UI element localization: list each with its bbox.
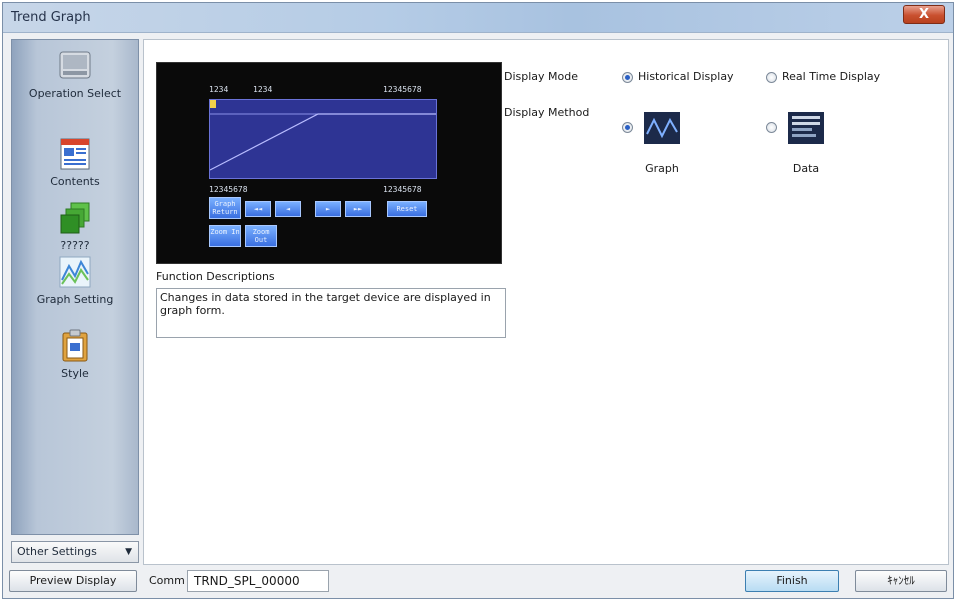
data-method-icon[interactable]	[788, 112, 824, 144]
graph-method-caption: Graph	[645, 162, 679, 175]
historical-display-radio[interactable]	[622, 72, 633, 83]
sidebar-item-label: Graph Setting	[36, 293, 114, 306]
preview-fast-back-button: ◄◄	[245, 201, 271, 217]
sidebar-item-graph-setting[interactable]: Graph Setting	[12, 254, 138, 306]
sidebar-item-label: Contents	[50, 175, 100, 188]
graph-method-radio[interactable]	[622, 122, 633, 133]
sidebar-item-operation-select[interactable]: Operation Select	[12, 48, 138, 100]
close-icon: X	[918, 7, 930, 22]
data-method-caption: Data	[792, 162, 820, 175]
sidebar: Operation Select Contents ????? Graph Se…	[11, 39, 139, 535]
preview-fast-forward-button: ►►	[345, 201, 371, 217]
sidebar-item-label: Operation Select	[28, 87, 122, 100]
preview-plot	[209, 99, 437, 179]
function-descriptions-box: Changes in data stored in the target dev…	[156, 288, 506, 338]
preview-label: 12345678	[383, 85, 422, 94]
display-mode-label: Display Mode	[504, 70, 579, 83]
preview-zoom-out-button: Zoom Out	[245, 225, 277, 247]
other-settings-dropdown[interactable]: Other Settings ▼	[11, 541, 139, 563]
display-method-label: Display Method	[504, 106, 590, 119]
preview-graph-return-button: Graph Return	[209, 197, 241, 219]
preview-zoom-in-button: Zoom In	[209, 225, 241, 247]
graph-setting-icon	[59, 256, 91, 288]
finish-button[interactable]: Finish	[745, 570, 839, 592]
sidebar-item-style[interactable]: Style	[12, 328, 138, 380]
cancel-button[interactable]: ｷｬﾝｾﾙ	[855, 570, 947, 592]
preview-trend-line	[209, 100, 436, 171]
preview-label: 12345678	[383, 185, 422, 194]
layers-icon	[60, 202, 90, 234]
preview-label: 12345678	[209, 185, 248, 194]
sidebar-item-layers[interactable]: ?????	[12, 200, 138, 252]
preview-label: 1234	[253, 85, 273, 94]
comm-label: Comm	[149, 574, 185, 587]
real-time-display-radio[interactable]	[766, 72, 777, 83]
preview-reset-button: Reset	[387, 201, 427, 217]
real-time-display-label[interactable]: Real Time Display	[782, 70, 880, 83]
function-descriptions-text: Changes in data stored in the target dev…	[160, 291, 491, 317]
preview-screen: 1234 1234 12345678 12345678 12345678 Gra…	[203, 63, 439, 263]
function-descriptions-label: Function Descriptions	[156, 270, 275, 283]
style-icon	[62, 329, 88, 362]
main-content: 1234 1234 12345678 12345678 12345678 Gra…	[143, 39, 949, 565]
preview-panel: 1234 1234 12345678 12345678 12345678 Gra…	[156, 62, 502, 264]
operation-icon	[59, 51, 91, 79]
sidebar-item-label: Style	[61, 367, 89, 380]
historical-display-label[interactable]: Historical Display	[638, 70, 734, 83]
graph-method-icon[interactable]	[644, 112, 680, 144]
trend-graph-window: Trend Graph X Operation Select Contents …	[2, 2, 954, 599]
close-button[interactable]: X	[903, 5, 945, 24]
window-title: Trend Graph	[11, 10, 91, 25]
title-bar[interactable]: Trend Graph X	[3, 3, 953, 33]
data-method-radio[interactable]	[766, 122, 777, 133]
other-settings-label: Other Settings	[17, 545, 97, 558]
preview-forward-button: ►	[315, 201, 341, 217]
preview-back-button: ◄	[275, 201, 301, 217]
preview-label: 1234	[209, 85, 229, 94]
chevron-down-icon: ▼	[125, 547, 132, 557]
preview-display-button[interactable]: Preview Display	[9, 570, 137, 592]
sidebar-item-label: ?????	[60, 239, 90, 252]
contents-icon	[60, 138, 90, 170]
sidebar-item-contents[interactable]: Contents	[12, 136, 138, 188]
comm-input[interactable]: TRND_SPL_00000	[187, 570, 329, 592]
